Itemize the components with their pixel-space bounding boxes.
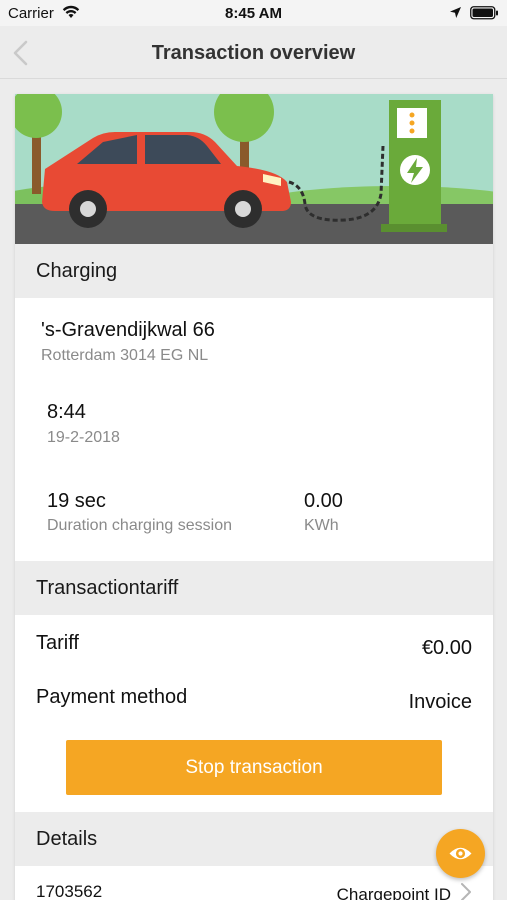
chargepoint-id-value: 1703562 (36, 882, 103, 900)
nav-bar: Transaction overview (0, 26, 507, 79)
view-fab-button[interactable] (436, 829, 485, 878)
payment-method-value: Invoice (408, 691, 472, 713)
tariff-section-header: Transactiontariff (15, 561, 493, 615)
session-date: 19-2-2018 (47, 429, 120, 446)
charging-header-label: Charging (36, 260, 118, 282)
charging-illustration (15, 94, 493, 244)
page-title: Transaction overview (151, 42, 356, 64)
session-time: 8:44 (47, 401, 86, 423)
charging-section-header: Charging (15, 244, 493, 298)
address-city: Rotterdam 3014 EG NL (41, 347, 209, 364)
status-time: 8:45 AM (225, 5, 282, 22)
energy-unit: KWh (304, 517, 339, 534)
stop-transaction-button[interactable]: Stop transaction (66, 740, 442, 795)
transaction-card: Charging 's-Gravendijkwal 66 Rotterdam 3… (15, 94, 493, 900)
details-header-label: Details (36, 828, 98, 850)
status-bar: Carrier 8:45 AM (0, 0, 507, 26)
payment-method-label: Payment method (36, 686, 188, 708)
tariff-label: Tariff (36, 632, 79, 654)
address-street: 's-Gravendijkwal 66 (41, 319, 215, 341)
battery-icon (470, 6, 498, 20)
duration-label: Duration charging session (47, 517, 232, 534)
eye-icon (449, 847, 472, 860)
chargepoint-row[interactable]: 1703562 Chargepoint ID (15, 866, 493, 900)
location-arrow-icon (450, 7, 461, 18)
duration-value: 19 sec (47, 490, 106, 512)
energy-value: 0.00 (304, 490, 343, 512)
details-section-header: Details (15, 812, 493, 866)
chargepoint-id-label: Chargepoint ID (336, 885, 451, 900)
tariff-value: €0.00 (421, 637, 472, 659)
tariff-header-label: Transactiontariff (36, 577, 179, 599)
chevron-right-icon[interactable] (459, 882, 473, 900)
